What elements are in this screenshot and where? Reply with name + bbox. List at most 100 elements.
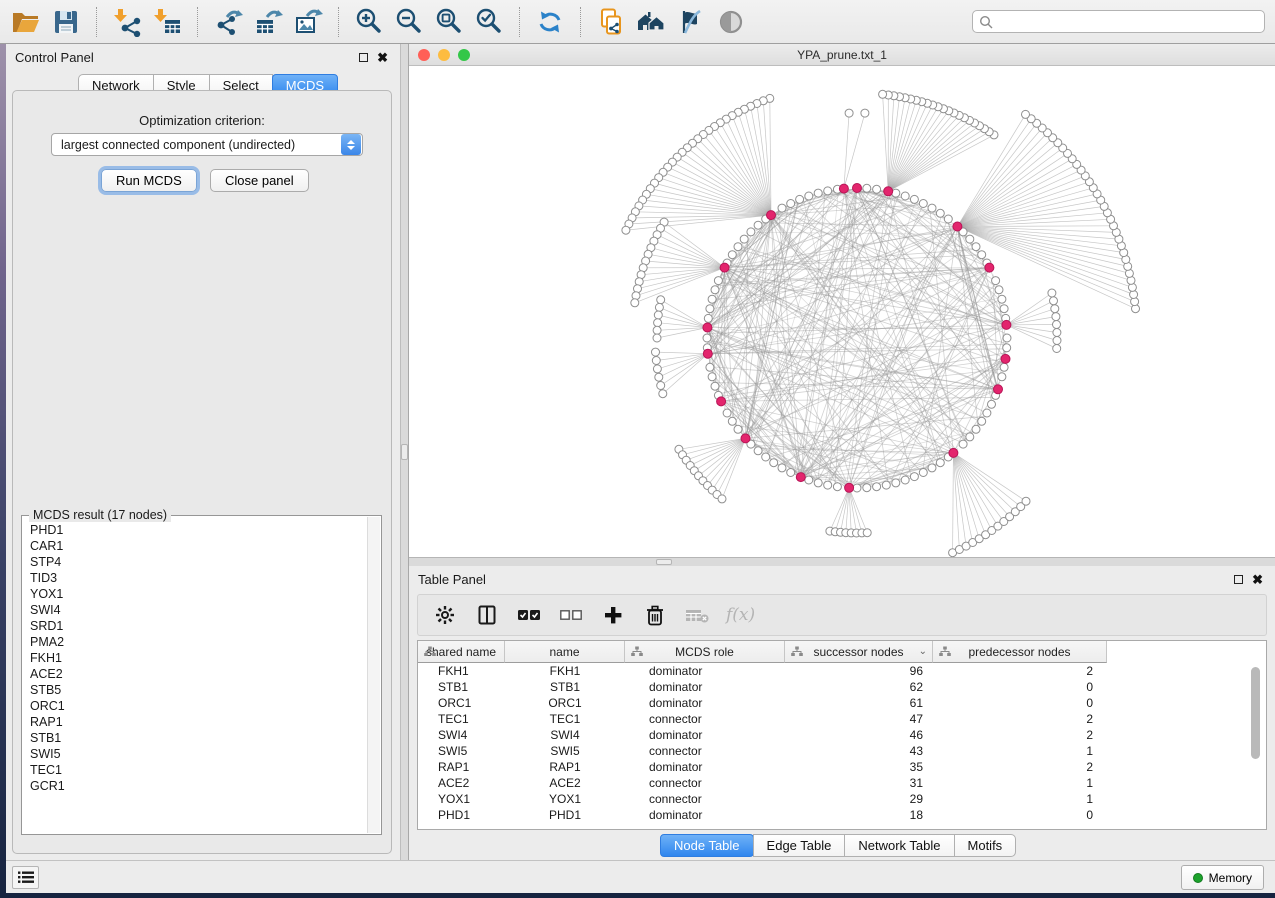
graph-node[interactable] [711,382,719,390]
mcds-node[interactable] [1001,354,1010,363]
unselect-all-button[interactable] [558,603,584,627]
mcds-node[interactable] [949,448,958,457]
tab-motifs[interactable]: Motifs [954,834,1017,857]
graph-node[interactable] [1022,110,1030,118]
mcds-node[interactable] [953,222,962,231]
graph-node[interactable] [824,187,832,195]
result-node-item[interactable]: TEC1 [30,762,367,778]
result-node-item[interactable]: PHD1 [30,522,367,538]
graph-node[interactable] [652,357,660,365]
graph-node[interactable] [879,90,887,98]
graph-node[interactable] [734,425,742,433]
column-header-shared-name[interactable]: shared name [418,641,505,663]
zoom-selected-button[interactable] [471,4,507,40]
graph-node[interactable] [983,409,991,417]
graph-node[interactable] [652,348,660,356]
result-node-item[interactable]: SRD1 [30,618,367,634]
hide-details-button[interactable] [673,4,709,40]
table-row[interactable]: STB1STB1dominator620 [418,679,1266,695]
show-details-button[interactable] [713,4,749,40]
graph-node[interactable] [631,299,639,307]
result-node-item[interactable]: TID3 [30,570,367,586]
graph-node[interactable] [901,476,909,484]
graph-node[interactable] [787,200,795,208]
graph-node[interactable] [910,473,918,481]
run-mcds-button[interactable]: Run MCDS [101,169,197,192]
result-scrollbar[interactable] [367,517,380,833]
graph-node[interactable] [936,459,944,467]
graph-node[interactable] [978,251,986,259]
mcds-node[interactable] [796,473,805,482]
mcds-node[interactable] [1002,320,1011,329]
export-table-button[interactable] [250,4,286,40]
graph-node[interactable] [653,334,661,342]
graph-node[interactable] [928,204,936,212]
graph-node[interactable] [1003,344,1011,352]
graph-node[interactable] [706,305,714,313]
table-row[interactable]: FKH1FKH1dominator962 [418,663,1266,679]
network-canvas[interactable] [409,66,1275,557]
delete-column-button[interactable] [642,603,668,627]
tab-edge-table[interactable]: Edge Table [753,834,846,857]
mcds-node[interactable] [994,385,1003,394]
scrollbar-thumb[interactable] [1251,667,1260,759]
graph-node[interactable] [718,495,726,503]
graph-node[interactable] [657,382,665,390]
table-row[interactable]: RAP1RAP1dominator352 [418,759,1266,775]
graph-node[interactable] [936,209,944,217]
result-node-item[interactable]: STB5 [30,682,367,698]
graph-node[interactable] [1053,345,1061,353]
tab-network-table[interactable]: Network Table [844,834,954,857]
optimization-criterion-select[interactable]: largest connected component (undirected) [51,133,363,156]
graph-node[interactable] [657,296,665,304]
graph-node[interactable] [1003,334,1011,342]
graph-node[interactable] [863,484,871,492]
mcds-node[interactable] [839,184,848,193]
import-network-button[interactable] [109,4,145,40]
graph-node[interactable] [711,286,719,294]
mcds-node[interactable] [985,263,994,272]
graph-node[interactable] [910,195,918,203]
export-network-button[interactable] [210,4,246,40]
graph-node[interactable] [706,363,714,371]
mcds-node[interactable] [845,483,854,492]
graph-node[interactable] [966,433,974,441]
graph-node[interactable] [754,447,762,455]
vertical-splitter[interactable] [400,44,409,860]
graph-node[interactable] [814,189,822,197]
import-table-button[interactable] [149,4,185,40]
graph-node[interactable] [882,481,890,489]
graph-node[interactable] [861,109,869,117]
graph-node[interactable] [1048,289,1056,297]
graph-node[interactable] [863,529,871,537]
graph-node[interactable] [703,334,711,342]
graph-node[interactable] [622,226,630,234]
mcds-result-list[interactable]: PHD1CAR1STP4TID3YOX1SWI4SRD1PMA2FKH1ACE2… [23,517,367,833]
table-row[interactable]: SWI5SWI5connector431 [418,743,1266,759]
mcds-node[interactable] [853,184,862,193]
task-history-button[interactable] [12,866,39,889]
graph-node[interactable] [787,469,795,477]
graph-node[interactable] [747,228,755,236]
result-node-item[interactable]: ACE2 [30,666,367,682]
graph-node[interactable] [824,481,832,489]
result-node-item[interactable]: RAP1 [30,714,367,730]
horizontal-splitter[interactable] [409,557,1275,566]
graph-node[interactable] [659,390,667,398]
close-panel-icon[interactable]: ✖ [1252,573,1263,586]
graph-node[interactable] [778,204,786,212]
graph-node[interactable] [919,469,927,477]
graph-node[interactable] [901,192,909,200]
result-node-item[interactable]: SWI5 [30,746,367,762]
table-settings-button[interactable] [432,603,458,627]
memory-button[interactable]: Memory [1181,865,1264,890]
mcds-node[interactable] [767,211,776,220]
table-row[interactable]: YOX1YOX1connector291 [418,791,1266,807]
graph-node[interactable] [654,311,662,319]
graph-node[interactable] [1000,363,1008,371]
zoom-out-button[interactable] [391,4,427,40]
graph-node[interactable] [653,326,661,334]
save-session-button[interactable] [48,4,84,40]
graph-node[interactable] [873,483,881,491]
add-column-button[interactable] [600,603,626,627]
